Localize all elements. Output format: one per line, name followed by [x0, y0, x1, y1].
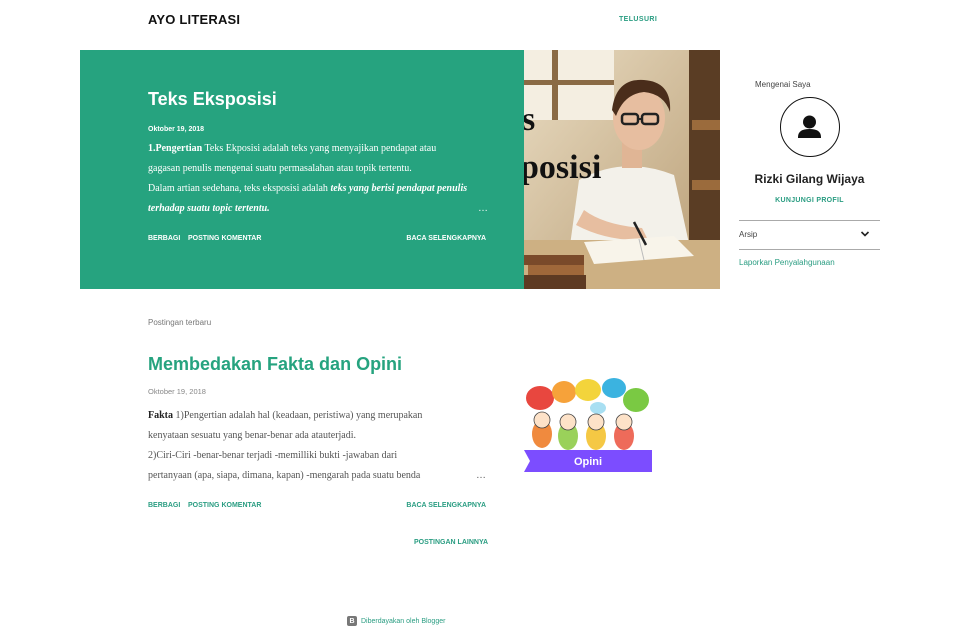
snippet-line: 2)Ciri-Ciri -benar-benar terjadi -memill… [148, 450, 398, 461]
read-more-button[interactable]: BACA SELENGKAPNYA [406, 502, 486, 509]
archive-label: Arsip [739, 230, 758, 239]
post-snippet: Fakta 1)Pengertian adalah hal (keadaan, … [148, 406, 493, 486]
divider [739, 249, 880, 250]
nav-search-link[interactable]: TELUSURI [619, 16, 657, 23]
post-date[interactable]: Oktober 19, 2018 [148, 387, 206, 396]
snippet-line: kenyataan sesuatu yang benar-benar ada a… [148, 430, 357, 441]
blog-title[interactable]: AYO LITERASI [148, 12, 240, 27]
featured-post-title[interactable]: Teks Eksposisi [148, 89, 277, 110]
share-button[interactable]: BERBAGI [148, 235, 180, 242]
snippet-ellipsis: … [476, 470, 486, 481]
blogger-icon: B [347, 616, 357, 626]
image-overlay-text: s [524, 101, 535, 138]
user-icon [798, 115, 821, 138]
share-button[interactable]: BERBAGI [148, 502, 180, 509]
section-label-recent: Postingan terbaru [148, 318, 212, 327]
footer-powered-by[interactable]: B Diberdayakan oleh Blogger [347, 616, 445, 626]
featured-post-date[interactable]: Oktober 19, 2018 [148, 126, 204, 133]
image-overlay-text: posisi [524, 149, 601, 186]
more-posts-button[interactable]: POSTINGAN LAINNYA [414, 539, 488, 546]
post-thumbnail[interactable]: Opini [524, 378, 652, 472]
chevron-down-icon [860, 231, 870, 237]
student-writing-illustration: s posisi [524, 50, 720, 289]
read-more-button[interactable]: BACA SELENGKAPNYA [406, 235, 486, 242]
profile-name[interactable]: Rizki Gilang Wijaya [739, 172, 880, 186]
profile-avatar[interactable] [780, 97, 840, 157]
post-title[interactable]: Membedakan Fakta dan Opini [148, 354, 402, 375]
opini-illustration: Opini [524, 378, 652, 472]
visit-profile-link[interactable]: KUNJUNGI PROFIL [739, 197, 880, 204]
snippet-lead: Fakta [148, 410, 173, 421]
snippet-line: 1)Pengertian adalah hal (keadaan, perist… [173, 410, 423, 421]
archive-dropdown[interactable]: Arsip [739, 221, 880, 249]
post-comment-button[interactable]: POSTING KOMENTAR [188, 502, 261, 509]
snippet-line: pertanyaan (apa, siapa, dimana, kapan) -… [148, 470, 421, 481]
featured-post-snippet: 1.Pengertian Teks Ekposisi adalah teks y… [148, 139, 490, 219]
snippet-line: Dalam artian sedehana, teks eksposisi ad… [148, 183, 331, 194]
featured-post-image[interactable]: s posisi [524, 50, 720, 289]
snippet-lead: 1.Pengertian [148, 143, 203, 154]
featured-post-card: Teks Eksposisi Oktober 19, 2018 1.Penger… [80, 50, 524, 289]
banner-text: Opini [574, 456, 602, 468]
report-abuse-link[interactable]: Laporkan Penyalahgunaan [739, 258, 835, 267]
snippet-line: gagasan penulis mengenai suatu permasala… [148, 163, 412, 174]
powered-by-text: Diberdayakan oleh Blogger [361, 617, 446, 625]
post-comment-button[interactable]: POSTING KOMENTAR [188, 235, 261, 242]
about-me-label: Mengenai Saya [755, 80, 811, 89]
snippet-line: Teks Ekposisi adalah teks yang menyajika… [202, 143, 437, 154]
snippet-ellipsis: … [478, 203, 488, 214]
